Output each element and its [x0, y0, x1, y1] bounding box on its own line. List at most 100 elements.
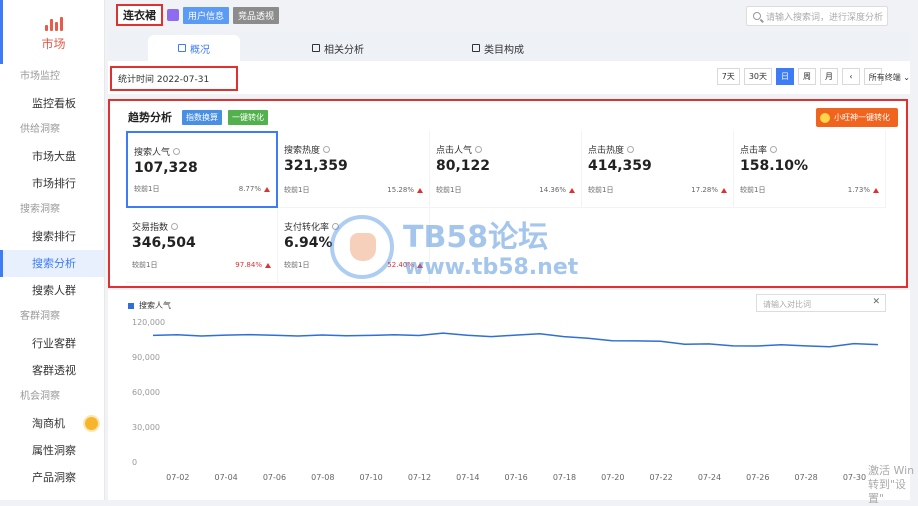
metric-label: 搜索热度 [284, 143, 423, 156]
sidebar-item[interactable]: 搜索分析 [0, 250, 104, 277]
metric-card[interactable]: 搜索人气 107,328 较前1日 8.77% [126, 131, 278, 208]
range-7d-button[interactable]: 7天 [717, 68, 740, 85]
sidebar-item[interactable]: 属性洞察 [0, 437, 104, 464]
help-icon[interactable] [323, 146, 330, 153]
sidebar-item-label: 行业客群 [32, 337, 76, 350]
sidebar-item[interactable]: 市场排行 [0, 170, 104, 197]
trend-analysis-panel: 趋势分析 指数换算 一键转化 小旺神一键转化 搜索人气 107,328 较前1日… [108, 99, 908, 288]
metric-footer: 较前1日 15.28% [284, 185, 423, 195]
range-day-button[interactable]: 日 [776, 68, 794, 85]
tab-category-composition[interactable]: 类目构成 [472, 35, 524, 61]
keyword-search-input[interactable]: 请输入搜索词，进行深度分析 [746, 6, 888, 26]
metric-value: 158.10% [740, 158, 879, 174]
range-controls: 7天 30天 日 周 月 ‹ › [717, 68, 882, 85]
search-placeholder: 请输入搜索词，进行深度分析 [766, 10, 883, 23]
sidebar-item-label: 搜索分析 [32, 257, 76, 270]
metric-card[interactable]: 搜索热度 321,359 较前1日 15.28% [278, 131, 430, 208]
range-30d-button[interactable]: 30天 [744, 68, 772, 85]
sidebar-item-label: 属性洞察 [32, 444, 76, 457]
metric-change: 8.77% [239, 184, 270, 194]
metric-label: 支付转化率 [284, 220, 423, 233]
brand-market[interactable]: 市场 [0, 0, 104, 64]
promo-convert-button[interactable]: 小旺神一键转化 [816, 108, 898, 127]
sidebar-item[interactable]: 淘商机 [0, 410, 104, 437]
metric-change-value: 8.77% [239, 185, 261, 193]
x-tick-label: 07-04 [215, 473, 238, 482]
sidebar-item-label: 搜索人群 [32, 284, 76, 297]
metric-compare-label: 较前1日 [740, 185, 765, 195]
nav-group-title: 搜索洞察 [0, 197, 104, 223]
metric-label: 点击人气 [436, 143, 575, 156]
sidebar-item-label: 市场大盘 [32, 150, 76, 163]
help-icon[interactable] [475, 146, 482, 153]
market-chart-icon [44, 13, 64, 31]
metric-name: 搜索热度 [284, 143, 320, 156]
keyword-tag[interactable]: 连衣裙 [116, 4, 163, 26]
x-tick-label: 07-14 [456, 473, 479, 482]
activation-line-2: 转到"设置" [868, 478, 918, 506]
sidebar-item[interactable]: 行业客群 [0, 330, 104, 357]
help-icon[interactable] [173, 148, 180, 155]
metric-change-value: 52.40% [387, 261, 414, 269]
arrow-up-icon [417, 263, 423, 268]
hot-badge-icon [85, 417, 98, 430]
sidebar-item[interactable]: 市场大盘 [0, 143, 104, 170]
x-tick-label: 07-18 [553, 473, 576, 482]
range-week-button[interactable]: 周 [798, 68, 816, 85]
close-icon[interactable]: ✕ [872, 297, 880, 307]
metric-card[interactable]: 点击率 158.10% 较前1日 1.73% [734, 131, 886, 208]
range-month-button[interactable]: 月 [820, 68, 838, 85]
metric-name: 交易指数 [132, 220, 168, 233]
metric-change-value: 14.36% [539, 186, 566, 194]
metric-footer: 较前1日 17.28% [588, 185, 727, 195]
metric-grid: 搜索人气 107,328 较前1日 8.77% 搜索热度 321,359 较前1… [126, 131, 886, 284]
tab-related-analysis[interactable]: 相关分析 [312, 35, 364, 61]
sidebar-item[interactable]: 监控看板 [0, 90, 104, 117]
search-icon [753, 12, 761, 20]
arrow-up-icon [569, 188, 575, 193]
metric-card[interactable]: 交易指数 346,504 较前1日 97.84% [126, 208, 278, 283]
chart-legend[interactable]: 搜索人气 [128, 300, 171, 311]
metric-value: 6.94% [284, 235, 423, 251]
help-icon[interactable] [770, 146, 777, 153]
x-tick-label: 07-06 [263, 473, 286, 482]
compare-word-input[interactable]: 请输入对比词 ✕ [756, 294, 886, 312]
stat-date: 统计时间 2022-07-31 [110, 66, 238, 91]
arrow-up-icon [721, 188, 727, 193]
help-icon[interactable] [332, 223, 339, 230]
terminal-select[interactable]: 所有终端 ⌄ [869, 72, 910, 83]
brand-label: 市场 [41, 35, 65, 52]
user-info-button[interactable]: 用户信息 [183, 7, 229, 24]
metric-value: 80,122 [436, 158, 575, 174]
nav-group-title: 市场监控 [0, 64, 104, 90]
metric-change: 17.28% [691, 185, 727, 195]
sidebar-item[interactable]: 产品洞察 [0, 464, 104, 491]
y-tick-label: 90,000 [132, 353, 160, 362]
mascot-icon [820, 113, 830, 123]
metric-card[interactable]: 点击热度 414,359 较前1日 17.28% [582, 131, 734, 208]
help-icon[interactable] [627, 146, 634, 153]
edit-icon[interactable] [167, 9, 179, 21]
sidebar-item[interactable]: 搜索排行 [0, 223, 104, 250]
metric-footer: 较前1日 8.77% [134, 184, 270, 194]
sidebar-item[interactable]: 客群透视 [0, 357, 104, 384]
metric-card[interactable]: 支付转化率 6.94% 较前1日 52.40% [278, 208, 430, 283]
trend-title: 趋势分析 [128, 109, 172, 125]
tab-overview[interactable]: 概况 [148, 35, 240, 61]
x-tick-label: 07-16 [505, 473, 528, 482]
metric-card[interactable]: 点击人气 80,122 较前1日 14.36% [430, 131, 582, 208]
metric-footer: 较前1日 1.73% [740, 185, 879, 195]
prev-date-button[interactable]: ‹ [842, 68, 860, 85]
y-tick-label: 0 [132, 458, 137, 467]
competitor-view-button[interactable]: 竞品透视 [233, 7, 279, 24]
time-filter-bar: 统计时间 2022-07-31 7天 30天 日 周 月 ‹ › 所有终端 ⌄ [108, 61, 910, 94]
one-key-convert-button[interactable]: 一键转化 [228, 110, 268, 125]
sidebar-item-label: 市场排行 [32, 177, 76, 190]
metric-label: 点击率 [740, 143, 879, 156]
index-convert-button[interactable]: 指数换算 [182, 110, 222, 125]
help-icon[interactable] [171, 223, 178, 230]
metric-name: 搜索人气 [134, 145, 170, 158]
sidebar-item[interactable]: 搜索人群 [0, 277, 104, 304]
y-tick-label: 60,000 [132, 388, 160, 397]
arrow-up-icon [265, 263, 271, 268]
